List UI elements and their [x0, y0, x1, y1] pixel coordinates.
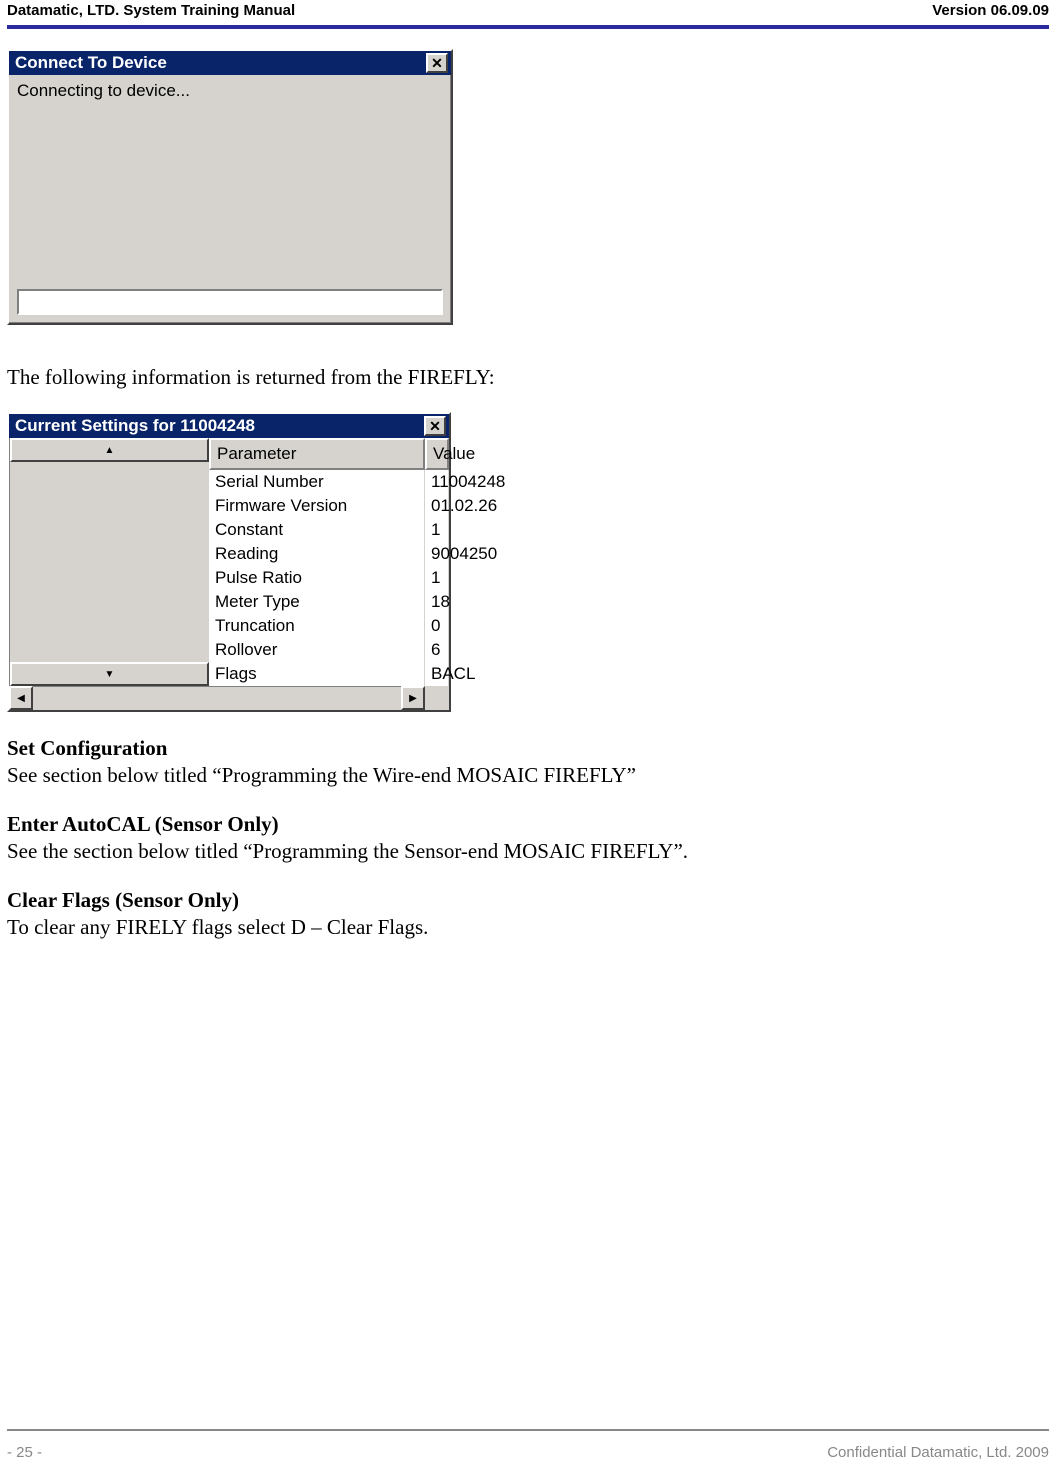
header-right: Version 06.09.09 — [932, 2, 1049, 19]
param-cell: Constant — [209, 518, 425, 542]
section-title-enter-autocal: Enter AutoCAL (Sensor Only) — [7, 812, 1041, 837]
value-cell: BACL — [425, 662, 449, 686]
section-title-clear-flags: Clear Flags (Sensor Only) — [7, 888, 1041, 913]
settings-dialog: Current Settings for 11004248 ✕ Paramete… — [7, 412, 451, 712]
scroll-left-icon[interactable]: ◀ — [9, 686, 33, 710]
column-header-parameter[interactable]: Parameter — [209, 438, 425, 470]
section-body-enter-autocal: See the section below titled “Programmin… — [7, 839, 1041, 864]
section-body-clear-flags: To clear any FIRELY flags select D – Cle… — [7, 915, 1041, 940]
value-cell: 01.02.26 — [425, 494, 449, 518]
scroll-corner — [425, 686, 449, 710]
intro-paragraph: The following information is returned fr… — [7, 365, 1041, 390]
horizontal-scroll-track[interactable] — [33, 686, 401, 710]
vertical-scrollbar[interactable]: ▲ ▼ — [9, 438, 209, 686]
value-cell: 18 — [425, 590, 449, 614]
param-cell: Firmware Version — [209, 494, 425, 518]
column-header-value[interactable]: Value — [425, 438, 449, 470]
param-cell: Pulse Ratio — [209, 566, 425, 590]
value-cell: 9004250 — [425, 542, 449, 566]
footer-rule — [7, 1429, 1049, 1431]
horizontal-scrollbar[interactable]: ◀ ▶ — [9, 686, 449, 710]
progress-bar — [17, 289, 443, 315]
param-cell: Reading — [209, 542, 425, 566]
param-cell: Meter Type — [209, 590, 425, 614]
header-left: Datamatic, LTD. System Training Manual — [7, 2, 295, 19]
close-icon[interactable]: ✕ — [424, 416, 446, 436]
connect-dialog: Connect To Device ✕ Connecting to device… — [7, 49, 453, 325]
connect-dialog-title: Connect To Device — [15, 53, 167, 73]
vertical-scroll-track[interactable] — [10, 462, 209, 662]
header-rule — [7, 25, 1049, 29]
settings-dialog-title: Current Settings for 11004248 — [15, 416, 255, 436]
value-cell: 0 — [425, 614, 449, 638]
param-cell: Flags — [209, 662, 425, 686]
section-body-set-configuration: See section below titled “Programming th… — [7, 763, 1041, 788]
scroll-right-icon[interactable]: ▶ — [401, 686, 425, 710]
scroll-up-icon[interactable]: ▲ — [10, 438, 209, 462]
value-cell: 11004248 — [425, 470, 449, 494]
param-cell: Serial Number — [209, 470, 425, 494]
param-cell: Truncation — [209, 614, 425, 638]
copyright: Confidential Datamatic, Ltd. 2009 — [827, 1444, 1049, 1461]
section-title-set-configuration: Set Configuration — [7, 736, 1041, 761]
value-cell: 1 — [425, 518, 449, 542]
value-cell: 6 — [425, 638, 449, 662]
value-cell: 1 — [425, 566, 449, 590]
connect-dialog-message: Connecting to device... — [17, 81, 443, 101]
page-number: - 25 - — [7, 1444, 42, 1461]
scroll-down-icon[interactable]: ▼ — [10, 662, 209, 686]
param-cell: Rollover — [209, 638, 425, 662]
close-icon[interactable]: ✕ — [426, 53, 448, 73]
